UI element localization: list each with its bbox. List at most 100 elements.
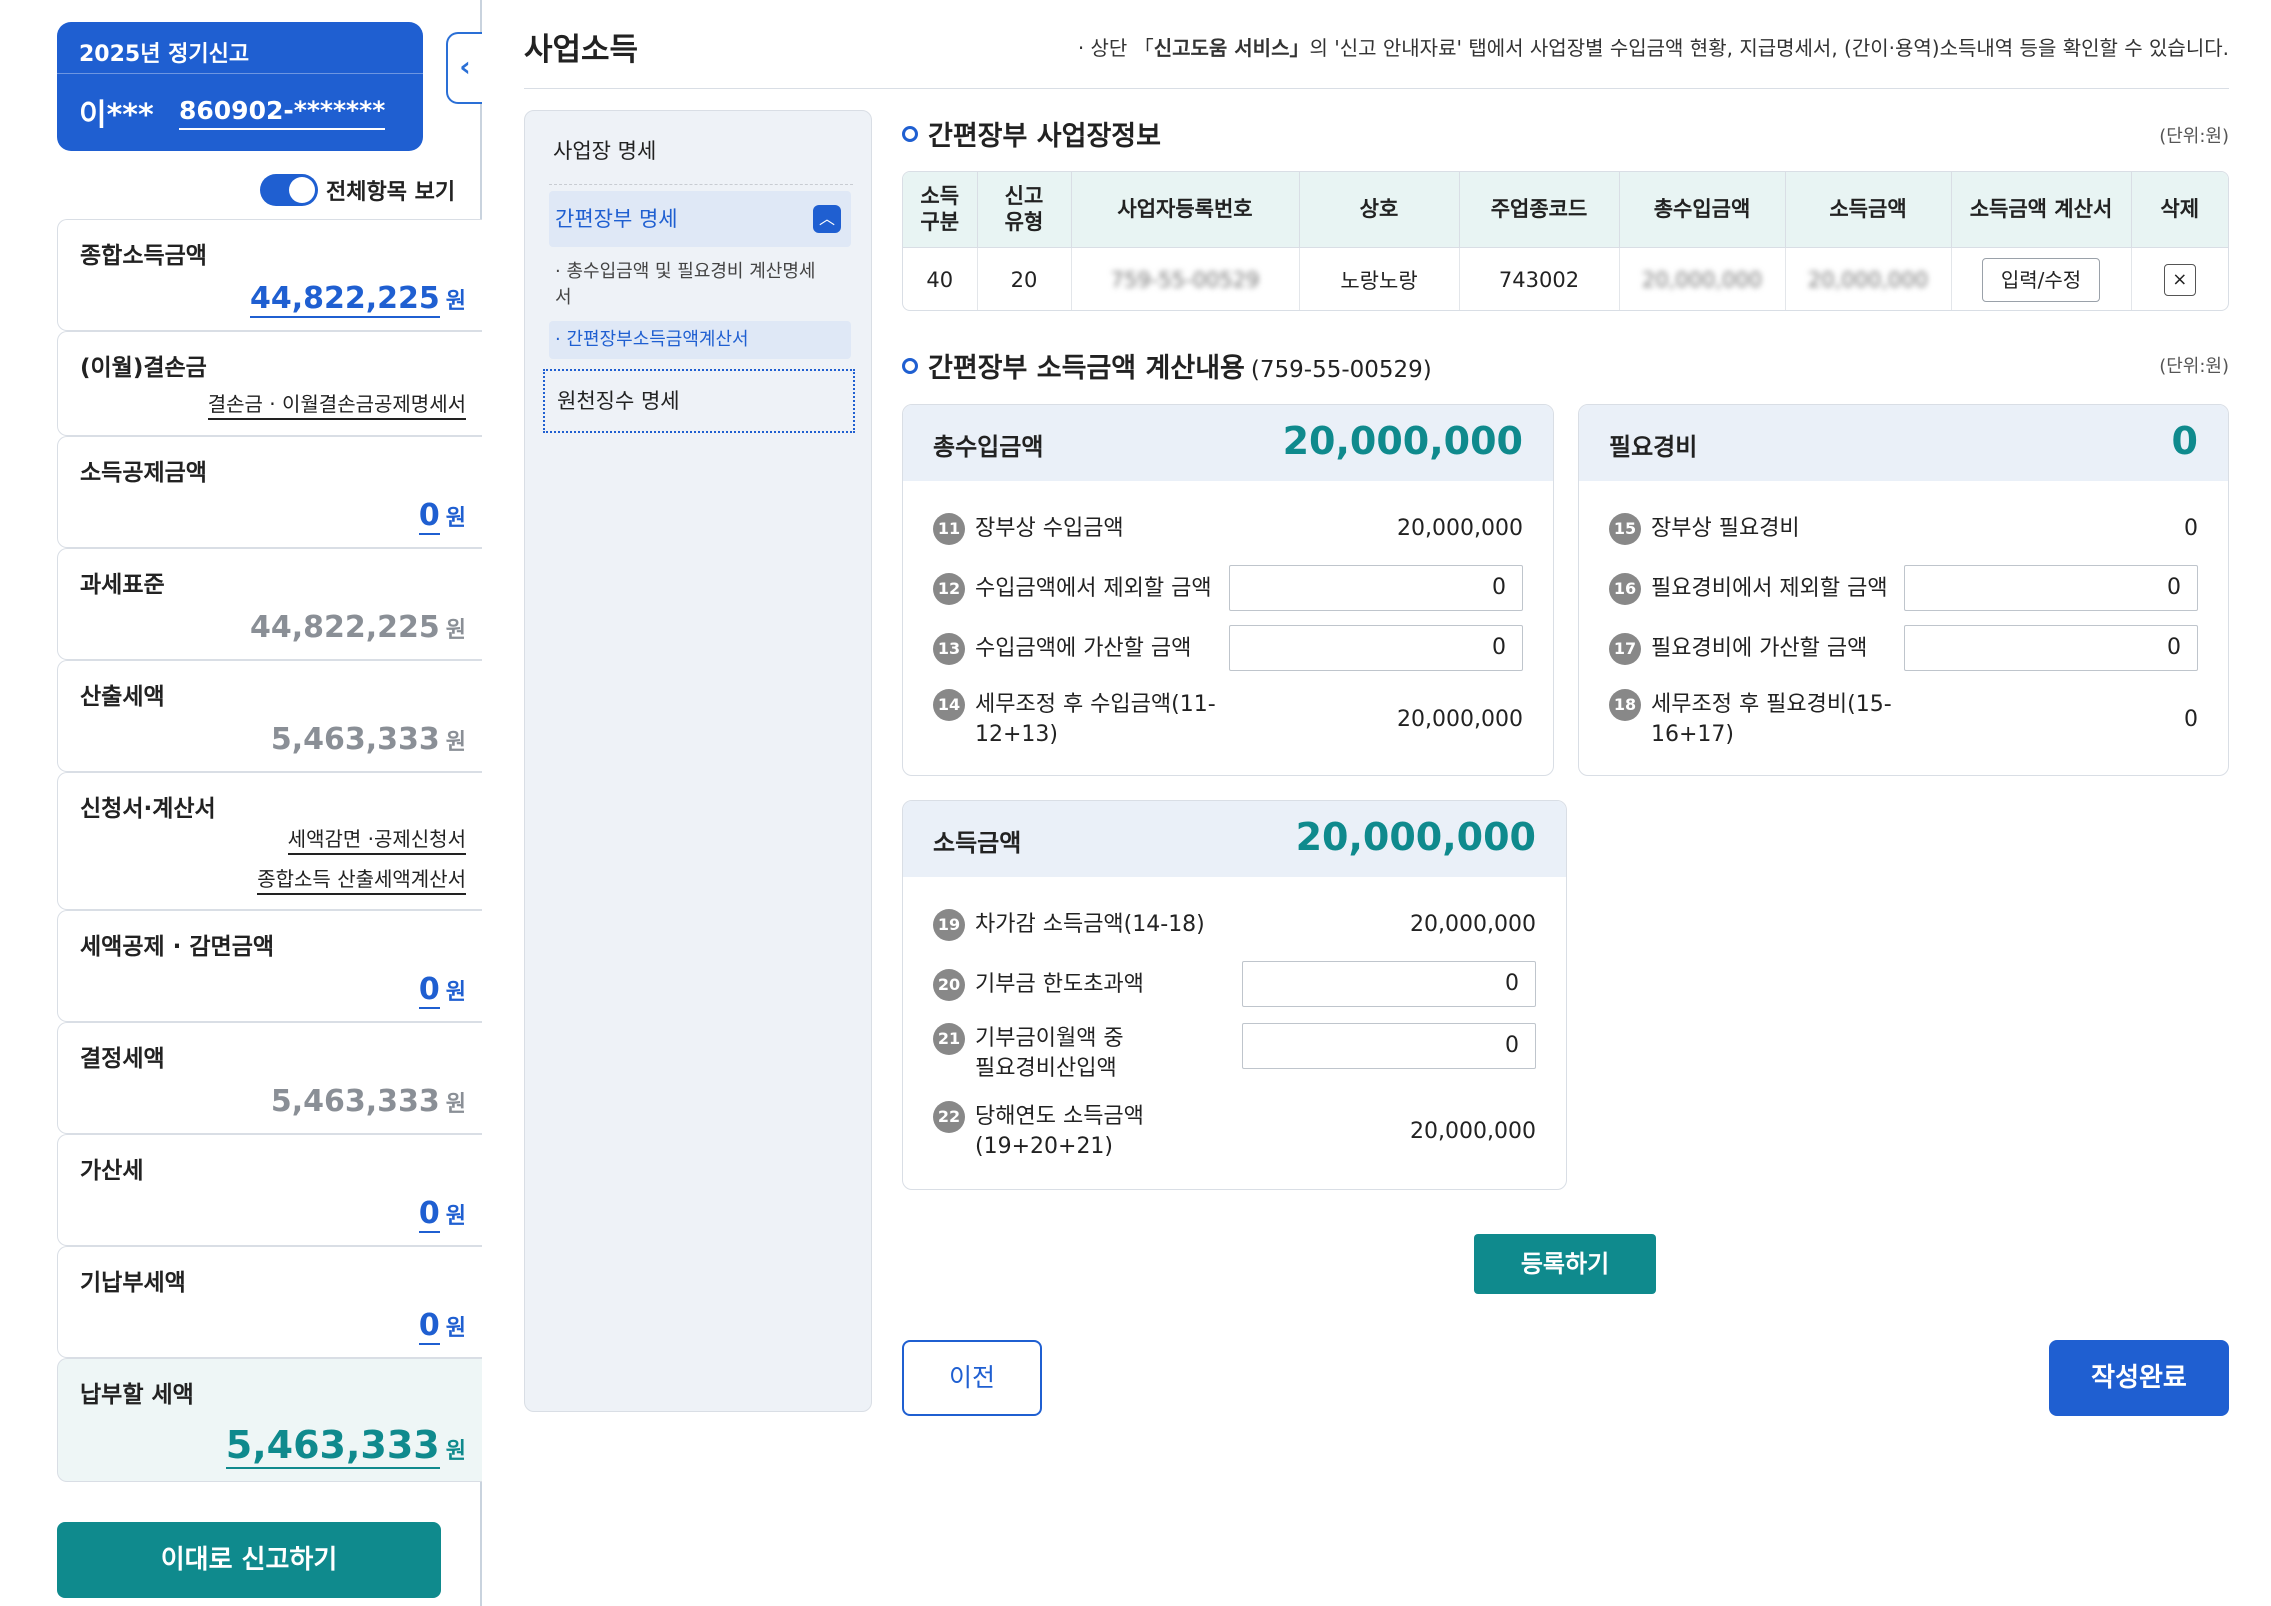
summary-loss: (이월)결손금 결손금 · 이월결손금공제명세서	[57, 331, 482, 436]
summary-penalty: 가산세 0원	[57, 1134, 482, 1246]
summary-prepaid: 기납부세액 0원	[57, 1246, 482, 1358]
row-value: 20,000,000	[1397, 707, 1523, 732]
cell-reg-no: 759-55-00529	[1071, 246, 1300, 310]
donation-excess-input[interactable]: 0	[1242, 961, 1536, 1007]
collapse-panel-button[interactable]: ‹	[446, 32, 482, 104]
summary-label: 산출세액	[80, 684, 165, 710]
table-header-row: 소득 구분 신고 유형 사업자등록번호 상호 주업종코드 총수입금액 소득금액 소득…	[903, 172, 2228, 247]
close-icon[interactable]: ×	[2163, 263, 2196, 296]
card-header: 소득금액 20,000,000	[903, 801, 1566, 877]
circle-bullet-icon	[902, 358, 918, 374]
nav-sub-revenue-expense[interactable]: · 총수입금액 및 필요경비 계산명세서	[555, 259, 825, 311]
summary-label: (이월)결손금	[80, 355, 207, 381]
row-number: 14	[933, 689, 965, 721]
user-card: 2025년 정기신고 이*** 860902-*******	[57, 22, 423, 151]
user-rrn: 860902-*******	[179, 96, 386, 130]
page-title: 사업소득	[524, 32, 639, 68]
cell-revenue: 20,000,000	[1619, 246, 1786, 310]
card-header: 필요경비 0	[1579, 405, 2228, 481]
th-revenue: 총수입금액	[1619, 172, 1786, 247]
summary-value[interactable]: 0원	[418, 972, 466, 1009]
summary-label: 결정세액	[80, 1046, 165, 1072]
summary-calc-tax: 산출세액 5,463,333 원	[57, 660, 482, 772]
cell-name: 노랑노랑	[1299, 246, 1460, 310]
summary-payable: 납부할 세액 5,463,333 원	[57, 1358, 482, 1482]
card-title: 필요경비	[1609, 433, 1698, 461]
edit-button[interactable]: 입력/수정	[1982, 257, 2100, 302]
nav-item-withholding[interactable]: 원천징수 명세	[543, 369, 855, 433]
row-label: 세무조정 후 필요경비(15- 16+17)	[1651, 692, 1892, 747]
section-title-business-info: 간편장부 사업장정보	[902, 114, 1161, 153]
card-total: 20,000,000	[1282, 419, 1523, 463]
complete-button[interactable]: 작성완료	[2049, 1340, 2229, 1416]
user-name: 이***	[79, 98, 154, 133]
row-22: 22 당해연도 소득금액 (19+20+21) 20,000,000	[933, 1101, 1536, 1161]
row-value: 20,000,000	[1397, 516, 1523, 541]
row-number: 19	[933, 909, 965, 941]
loss-link[interactable]: 결손금 · 이월결손금공제명세서	[207, 388, 466, 428]
expense-exclude-input[interactable]: 0	[1904, 565, 2198, 611]
summary-label: 세액공제 · 감면금액	[80, 934, 275, 960]
summary-value: 44,822,225 원	[249, 610, 466, 645]
revenue-exclude-input[interactable]: 0	[1229, 565, 1523, 611]
show-all-toggle[interactable]	[260, 174, 318, 206]
summary-value[interactable]: 0원	[418, 1196, 466, 1233]
revenue-add-input[interactable]: 0	[1229, 625, 1523, 671]
unit-label: (단위:원)	[2159, 356, 2229, 377]
row-value: 0	[2184, 707, 2198, 732]
th-delete: 삭제	[2131, 172, 2228, 247]
show-all-toggle-row[interactable]: 전체항목 보기	[260, 173, 455, 207]
prev-button[interactable]: 이전	[902, 1340, 1042, 1416]
th-name: 상호	[1299, 172, 1460, 247]
donation-carryover-input[interactable]: 0	[1242, 1023, 1536, 1069]
row-number: 13	[933, 633, 965, 665]
summary-value[interactable]: 0원	[418, 1308, 466, 1345]
summary-label: 신청서·계산서	[80, 796, 216, 822]
summary-label: 가산세	[80, 1158, 144, 1184]
card-title: 소득금액	[933, 829, 1022, 857]
row-label: 수입금액에서 제외할 금액	[975, 576, 1212, 601]
divider	[524, 88, 2229, 89]
row-value: 0	[2184, 516, 2198, 541]
summary-decided-tax: 결정세액 5,463,333 원	[57, 1022, 482, 1134]
nav-item-simple-ledger[interactable]: 간편장부 명세 ︿	[549, 191, 851, 247]
nav-item-business[interactable]: 사업장 명세	[553, 135, 656, 165]
row-number: 20	[933, 969, 965, 1001]
summary-value: 5,463,333 원	[270, 722, 466, 757]
th-reg-no: 사업자등록번호	[1071, 172, 1300, 247]
row-number: 18	[1609, 689, 1641, 721]
summary-forms: 신청서·계산서 세액감면 ·공제신청서 종합소득 산출세액계산서	[57, 772, 482, 910]
file-as-is-button[interactable]: 이대로 신고하기	[57, 1522, 441, 1598]
calc-tax-form-link[interactable]: 종합소득 산출세액계산서	[257, 863, 466, 895]
th-report-type: 신고 유형	[977, 172, 1072, 247]
summary-value[interactable]: 44,822,225 원	[249, 281, 466, 318]
register-button[interactable]: 등록하기	[1474, 1234, 1656, 1294]
summary-label: 기납부세액	[80, 1270, 186, 1296]
row-18: 18 세무조정 후 필요경비(15- 16+17) 0	[1609, 689, 2198, 749]
summary-label: 종합소득금액	[80, 243, 207, 269]
summary-value[interactable]: 0원	[418, 498, 466, 535]
nav-sub-income-calc[interactable]: · 간편장부소득금액계산서	[549, 321, 851, 359]
row-label: 기부금 한도초과액	[975, 972, 1144, 997]
summary-label: 소득공제금액	[80, 460, 207, 486]
section-title-income-calc: 간편장부 소득금액 계산내용 (759-55-00529)	[902, 346, 1432, 385]
reduction-form-link[interactable]: 세액감면 ·공제신청서	[287, 823, 466, 855]
row-label: 당해연도 소득금액 (19+20+21)	[975, 1104, 1144, 1159]
summary-value: 5,463,333 원	[270, 1084, 466, 1119]
cell-calc: 입력/수정	[1951, 246, 2132, 310]
card-title: 총수입금액	[933, 433, 1044, 461]
row-label: 차가감 소득금액(14-18)	[975, 912, 1205, 937]
row-value: 20,000,000	[1410, 912, 1536, 937]
row-number: 22	[933, 1101, 965, 1133]
row-21: 21 기부금이월액 중 필요경비산입액 0	[933, 1023, 1536, 1083]
cell-report-type: 20	[977, 246, 1072, 310]
card-total: 20,000,000	[1295, 815, 1536, 859]
expense-add-input[interactable]: 0	[1904, 625, 2198, 671]
chevron-up-icon[interactable]: ︿	[813, 205, 841, 233]
th-income-type: 소득 구분	[903, 172, 978, 247]
nav-item-label: 간편장부 명세	[555, 207, 678, 231]
expense-card: 필요경비 0 15 장부상 필요경비 0 16 필요경비에서 제외할 금액 0 …	[1578, 404, 2229, 776]
row-number: 11	[933, 513, 965, 545]
revenue-card: 총수입금액 20,000,000 11 장부상 수입금액 20,000,000 …	[902, 404, 1554, 776]
circle-bullet-icon	[902, 126, 918, 142]
